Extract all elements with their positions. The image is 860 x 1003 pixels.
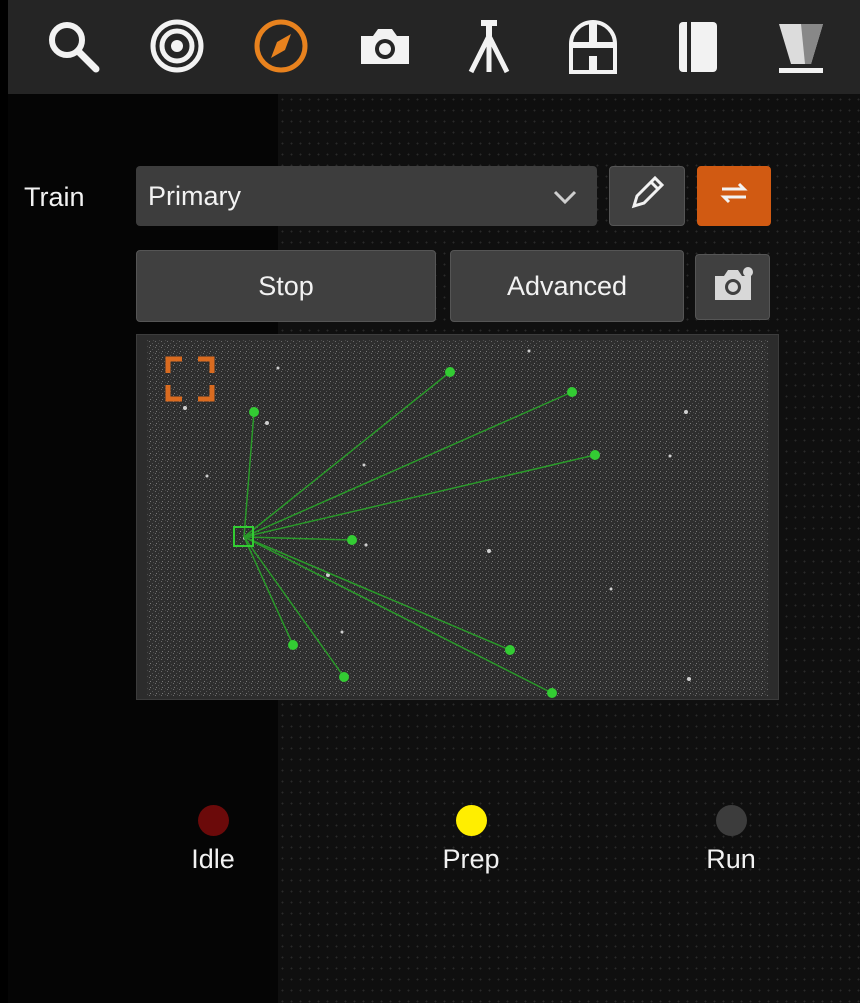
tripod-icon[interactable] [457, 14, 521, 78]
train-select-value: Primary [148, 180, 241, 211]
edit-train-button[interactable] [609, 166, 685, 226]
search-icon[interactable] [41, 14, 105, 78]
observatory-dome-icon[interactable] [561, 14, 625, 78]
status-idle-led [197, 805, 229, 836]
chevron-down-icon [551, 184, 579, 215]
train-select[interactable]: Primary [136, 166, 597, 226]
compass-icon[interactable] [249, 14, 313, 78]
status-prep-led [455, 805, 487, 836]
status-prep: Prep [411, 805, 531, 875]
notebook-icon[interactable] [665, 14, 729, 78]
pencil-icon [626, 172, 668, 221]
target-icon[interactable] [145, 14, 209, 78]
swap-button[interactable] [697, 166, 771, 226]
guide-star-view[interactable] [136, 334, 779, 700]
train-label: Train [24, 182, 85, 212]
status-run-led [715, 805, 747, 836]
advanced-button[interactable]: Advanced [450, 250, 684, 322]
status-run-label: Run [706, 844, 756, 874]
camera-refresh-icon [711, 264, 755, 311]
status-idle: Idle [153, 805, 273, 875]
status-run: Run [671, 805, 791, 875]
status-idle-label: Idle [191, 844, 235, 874]
stop-button[interactable]: Stop [136, 250, 436, 322]
swap-arrows-icon [716, 175, 752, 218]
top-toolbar [8, 0, 860, 94]
star-field-image [147, 340, 768, 696]
status-prep-label: Prep [442, 844, 500, 874]
capture-button[interactable] [695, 254, 770, 320]
filter-icon[interactable] [769, 14, 833, 78]
camera-icon[interactable] [353, 14, 417, 78]
